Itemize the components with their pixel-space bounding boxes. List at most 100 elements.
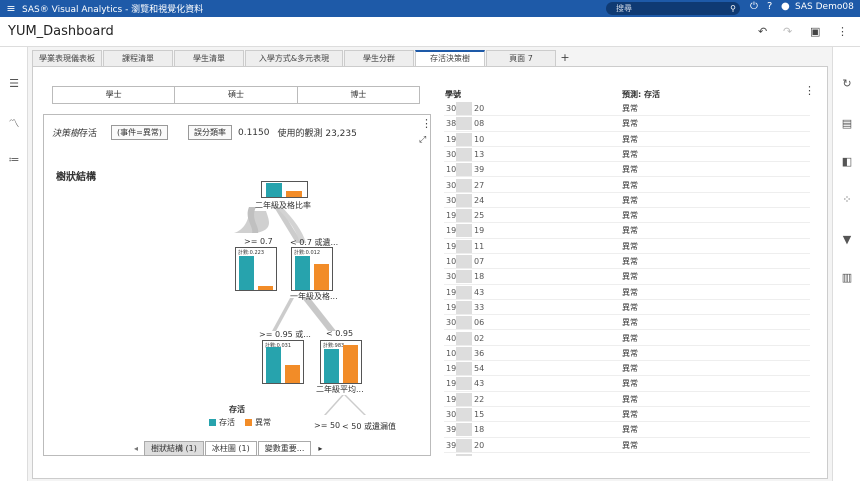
table-row[interactable]: 300 20 異常	[444, 101, 810, 117]
redacted-block	[456, 300, 472, 314]
table-row[interactable]: 302 27 異常	[444, 178, 810, 193]
cell-prediction: 異常	[622, 425, 638, 435]
app-title: SAS® Visual Analytics - 瀏覽和視覺化資料	[22, 5, 204, 15]
tree-node-b[interactable]: 計數:0.012	[291, 247, 333, 291]
redacted-block	[456, 163, 472, 177]
button-master[interactable]: 碩士	[175, 87, 298, 103]
table-more-icon[interactable]: ⋮	[804, 84, 815, 97]
node-d-split-label: 二年級平均...	[316, 385, 364, 394]
tab-5[interactable]: 學生分群	[344, 50, 414, 66]
col-header-pred[interactable]: 預測: 存活	[622, 89, 660, 100]
redacted-block	[456, 178, 472, 192]
table-row[interactable]: 10135異常	[444, 453, 810, 456]
table-row[interactable]: 198 11 異常	[444, 239, 810, 254]
roles-icon[interactable]: ▤	[840, 117, 854, 130]
cell-id-end: 19	[474, 226, 485, 236]
cell-prediction: 異常	[622, 226, 638, 236]
col-header-id[interactable]: 學號	[445, 89, 461, 100]
hamburger-menu-icon[interactable]: ≡	[0, 2, 22, 15]
cell-prediction: 異常	[622, 119, 638, 129]
table-row[interactable]: 198 22 異常	[444, 392, 810, 407]
table-row[interactable]: 102 07 異常	[444, 254, 810, 270]
decision-tree-panel[interactable]: 決策樹 存活 (事件=異常) 誤分類率 0.1150 使用的觀測 23,235 …	[43, 114, 432, 456]
add-tab-icon[interactable]: +	[557, 50, 573, 66]
redacted-block	[456, 346, 472, 360]
subtab-prev-icon[interactable]: ◂	[134, 444, 138, 453]
button-phd[interactable]: 博士	[298, 87, 419, 103]
filter-icon[interactable]: ▼	[840, 233, 854, 246]
rules-icon[interactable]: ⁘	[840, 193, 854, 206]
cell-prediction: 異常	[622, 348, 638, 358]
outline-icon[interactable]: ≔	[7, 153, 21, 166]
table-row[interactable]: 198 43 異常	[444, 285, 810, 300]
data-icon[interactable]: ☰	[7, 77, 21, 90]
user-name[interactable]: SAS Demo08	[795, 2, 854, 12]
redacted-block	[456, 193, 472, 207]
tab-3[interactable]: 學生清單	[174, 50, 244, 66]
node-b-label: 計數:0.012	[294, 250, 320, 256]
cell-prediction: 異常	[622, 394, 638, 404]
subtab-icicle[interactable]: 冰柱圖 (1)	[204, 441, 257, 456]
power-icon[interactable]: ⏻	[750, 1, 758, 12]
table-row[interactable]: 300 13 異常	[444, 147, 810, 163]
redacted-block	[456, 132, 472, 146]
table-row[interactable]: 300 06 異常	[444, 315, 810, 331]
table-row[interactable]: 302 18 異常	[444, 269, 810, 285]
cell-id-end: 02	[474, 333, 485, 343]
table-row[interactable]: 198 19 異常	[444, 223, 810, 239]
degree-button-bar: 學士 碩士 博士	[52, 86, 420, 104]
table-row[interactable]: 190 54 異常	[444, 361, 810, 377]
table-row[interactable]: 105 39 異常	[444, 162, 810, 178]
subtab-tree[interactable]: 樹狀結構 (1)	[144, 441, 204, 456]
objects-icon[interactable]: 〽	[7, 115, 21, 131]
edge-label-right-3: < 50 或遺漏值	[342, 422, 396, 431]
table-row[interactable]: 198 10 異常	[444, 132, 810, 147]
tree-node-root[interactable]	[261, 181, 308, 198]
table-row[interactable]: 190 43 異常	[444, 376, 810, 392]
redacted-block	[456, 224, 472, 238]
cell-prediction: 異常	[622, 195, 638, 205]
table-row[interactable]: 407 02 異常	[444, 331, 810, 346]
cell-id-end: 39	[474, 165, 485, 175]
actions-icon[interactable]: ◧	[840, 155, 854, 168]
search-icon[interactable]: ⚲	[730, 2, 736, 15]
table-row[interactable]: 102 36 異常	[444, 346, 810, 362]
tab-2[interactable]: 課程清單	[103, 50, 173, 66]
table-row[interactable]: 300 24 異常	[444, 193, 810, 209]
redo-icon[interactable]: ↷	[783, 25, 792, 38]
ranks-icon[interactable]: ▥	[840, 271, 854, 284]
tab-7[interactable]: 頁面 7	[486, 50, 556, 66]
table-row[interactable]: 190 33 異常	[444, 300, 810, 316]
avatar[interactable]: ●	[781, 1, 790, 12]
undo-icon[interactable]: ↶	[758, 25, 767, 38]
table-row[interactable]: 398 20 異常	[444, 438, 810, 453]
save-icon[interactable]: ▣	[810, 25, 820, 38]
table-row[interactable]: 389 08 異常	[444, 116, 810, 132]
more-menu-icon[interactable]: ⋮	[837, 25, 848, 38]
tab-1[interactable]: 學業表現儀表板	[32, 50, 102, 66]
options-icon[interactable]: ↻	[840, 77, 854, 90]
cell-prediction: 異常	[622, 211, 638, 221]
prediction-table[interactable]: 學號 預測: 存活 ⋮ 300 20 異常 389 08 異常 198 10 異常 300 13 異常…	[442, 84, 824, 456]
subtab-next-icon[interactable]: ▸	[318, 444, 322, 453]
table-row[interactable]: 302 15 異常	[444, 407, 810, 423]
edge-label-left-3: >= 50	[314, 421, 341, 430]
tree-node-d[interactable]: 計數:983	[320, 340, 362, 384]
table-row[interactable]: 198 25 異常	[444, 208, 810, 224]
cell-prediction: 異常	[622, 149, 638, 159]
cell-prediction: 異常	[622, 364, 638, 374]
tree-node-c[interactable]: 計數:0.031	[262, 340, 304, 384]
search-placeholder: 搜尋	[616, 4, 632, 13]
tree-node-a[interactable]: 計數:0.223	[235, 247, 277, 291]
search-input[interactable]: 搜尋 ⚲	[606, 2, 740, 15]
redacted-block	[456, 362, 472, 376]
table-row[interactable]: 393 18 異常	[444, 422, 810, 438]
legend-label-abnormal: 異常	[255, 418, 271, 427]
help-icon[interactable]: ?	[767, 1, 772, 12]
subtab-importance[interactable]: 變數重要...	[257, 441, 312, 456]
redacted-block	[456, 147, 472, 161]
tab-6[interactable]: 存活決策樹	[415, 50, 485, 66]
cell-id-end: 43	[474, 287, 485, 297]
tab-4[interactable]: 入學方式&多元表現	[245, 50, 343, 66]
button-bachelor[interactable]: 學士	[53, 87, 176, 103]
